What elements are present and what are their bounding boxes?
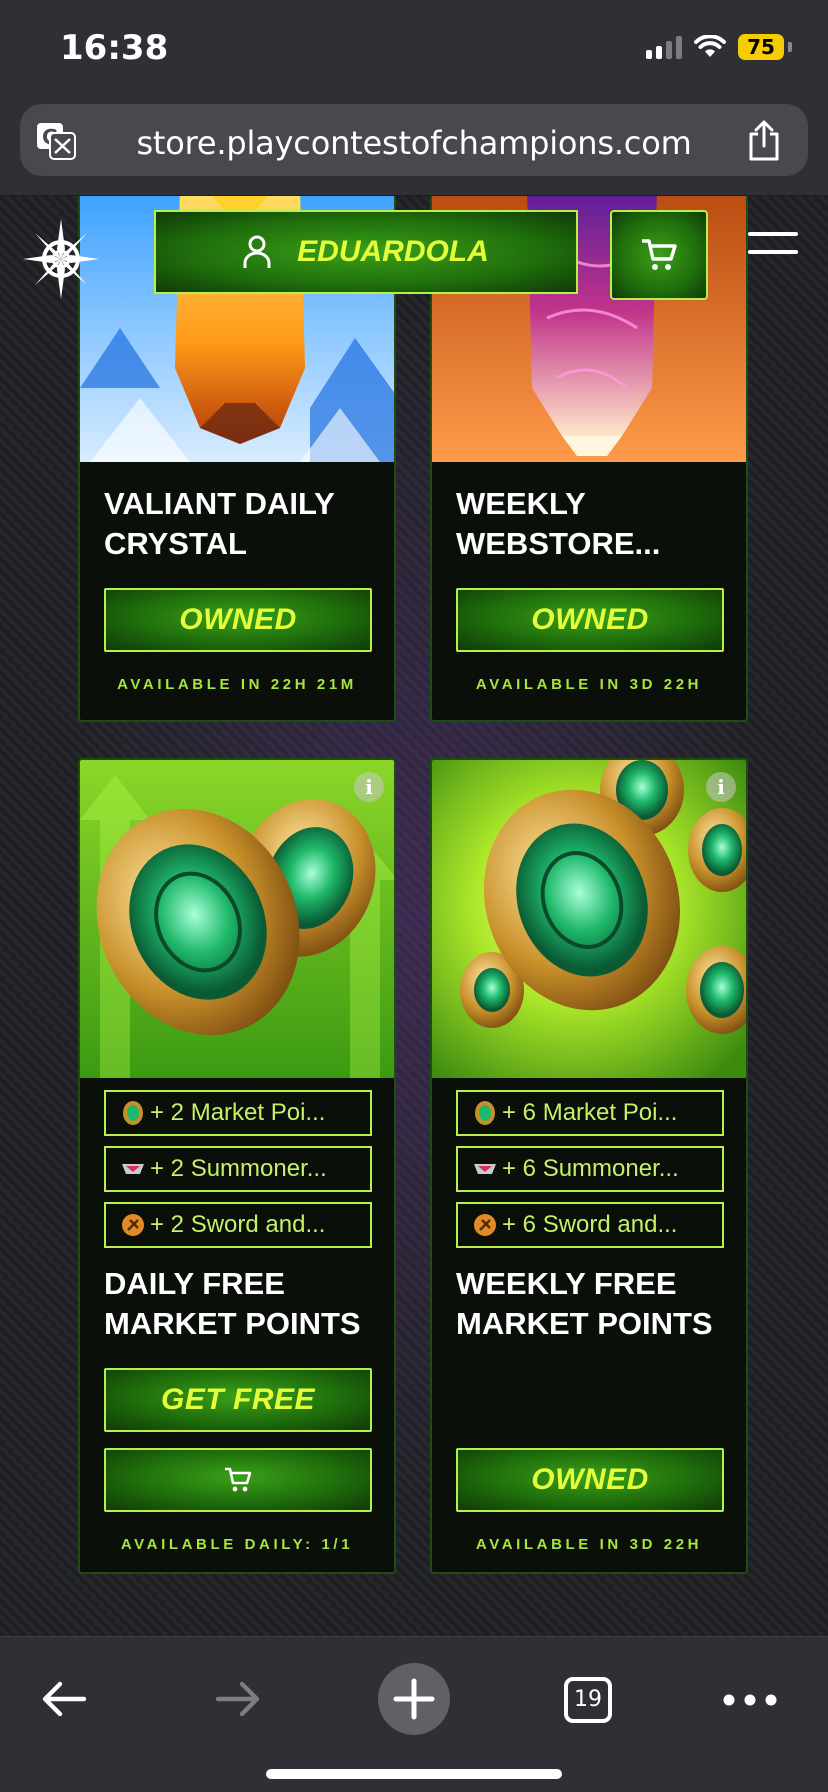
owned-button[interactable]: OWNED xyxy=(456,1448,724,1512)
market-point-coin-icon xyxy=(123,1101,143,1125)
menu-icon[interactable] xyxy=(748,230,798,256)
offer-title: WEEKLY FREE MARKET POINTS xyxy=(456,1264,726,1344)
user-account-button[interactable]: EDUARDOLA xyxy=(154,210,578,294)
offer-title: DAILY FREE MARKET POINTS xyxy=(104,1264,374,1344)
offer-title-line2: MARKET POINTS xyxy=(104,1306,361,1341)
availability-text: AVAILABLE IN 3D 22H xyxy=(475,1536,703,1553)
offer-title-line1: WEEKLY FREE xyxy=(456,1266,677,1301)
reward-text: + 6 Market Poi... xyxy=(502,1099,678,1126)
forward-arrow-icon[interactable] xyxy=(214,1679,262,1719)
cart-button[interactable] xyxy=(610,210,708,300)
status-bar: 16:38 75 xyxy=(0,0,828,96)
reward-text: + 6 Sword and... xyxy=(502,1211,678,1238)
sword-and-coin-icon xyxy=(122,1214,144,1236)
store-page: VALIANT DAILY CRYSTAL OWNED AVAILABLE IN… xyxy=(0,196,828,1636)
owned-button[interactable]: OWNED xyxy=(104,588,372,652)
availability-text: AVAILABLE IN 22H 21M xyxy=(117,676,357,693)
offer-card-weekly-free-market-points: i + 6 Market Poi... + 6 Summoner... + 6 … xyxy=(430,758,748,1574)
availability-text: AVAILABLE DAILY: 1/1 xyxy=(120,1536,354,1553)
info-icon[interactable]: i xyxy=(706,772,736,802)
more-icon[interactable] xyxy=(722,1693,778,1707)
reward-market-points: + 2 Market Poi... xyxy=(104,1090,372,1136)
home-indicator[interactable] xyxy=(266,1769,562,1779)
offer-title: VALIANT DAILY CRYSTAL xyxy=(104,484,374,564)
tabs-button[interactable]: 19 xyxy=(564,1677,612,1723)
reward-text: + 6 Summoner... xyxy=(502,1155,679,1182)
cart-icon xyxy=(642,239,677,270)
new-tab-button[interactable] xyxy=(378,1663,450,1735)
offer-card-daily-free-market-points: i + 2 Market Poi... + 2 Summoner... + 2 … xyxy=(78,758,396,1574)
offer-image-market-points-coins-burst: i xyxy=(432,760,746,1078)
battery-charging-icon: 75 xyxy=(738,34,784,60)
summoner-item-icon xyxy=(474,1164,496,1174)
reward-text: + 2 Summoner... xyxy=(150,1155,327,1182)
reward-summoner: + 2 Summoner... xyxy=(104,1146,372,1192)
status-icons: 75 xyxy=(646,34,792,60)
url-field[interactable]: G store.playcontestofchampions.com xyxy=(20,104,808,176)
status-time: 16:38 xyxy=(60,28,169,68)
summoner-item-icon xyxy=(122,1164,144,1174)
cart-icon xyxy=(225,1467,252,1492)
reward-market-points: + 6 Market Poi... xyxy=(456,1090,724,1136)
offer-title-line2: CRYSTAL xyxy=(104,526,247,561)
user-icon xyxy=(243,235,271,268)
offer-title-line2: WEBSTORE... xyxy=(456,526,661,561)
market-point-coin-icon xyxy=(475,1101,495,1125)
offer-title-line2: MARKET POINTS xyxy=(456,1306,713,1341)
browser-address-bar: G store.playcontestofchampions.com xyxy=(0,96,828,196)
offer-title: WEEKLY WEBSTORE... xyxy=(456,484,726,564)
username: EDUARDOLA xyxy=(297,235,489,268)
get-free-button[interactable]: GET FREE xyxy=(104,1368,372,1432)
sword-and-coin-icon xyxy=(474,1214,496,1236)
availability-text: AVAILABLE IN 3D 22H xyxy=(475,676,703,693)
reward-text: + 2 Market Poi... xyxy=(150,1099,326,1126)
reward-sword-and: + 2 Sword and... xyxy=(104,1202,372,1248)
battery-level: 75 xyxy=(747,35,775,59)
reward-sword-and: + 6 Sword and... xyxy=(456,1202,724,1248)
logo-icon[interactable] xyxy=(22,218,100,300)
reward-summoner: + 6 Summoner... xyxy=(456,1146,724,1192)
offer-title-line1: WEEKLY xyxy=(456,486,586,521)
owned-button[interactable]: OWNED xyxy=(456,588,724,652)
offer-title-line1: VALIANT DAILY xyxy=(104,486,335,521)
battery-tip xyxy=(788,42,792,52)
reward-text: + 2 Sword and... xyxy=(150,1211,326,1238)
browser-toolbar: 19 xyxy=(0,1636,828,1792)
add-to-cart-button[interactable] xyxy=(104,1448,372,1512)
offer-image-market-points-coins: i xyxy=(80,760,394,1078)
plus-icon xyxy=(393,1678,435,1720)
wifi-icon xyxy=(694,35,726,57)
offer-title-line1: DAILY FREE xyxy=(104,1266,285,1301)
url-text: store.playcontestofchampions.com xyxy=(136,124,692,162)
share-icon[interactable] xyxy=(746,120,782,162)
back-arrow-icon[interactable] xyxy=(40,1679,88,1719)
info-icon[interactable]: i xyxy=(354,772,384,802)
signal-icon xyxy=(646,35,682,59)
